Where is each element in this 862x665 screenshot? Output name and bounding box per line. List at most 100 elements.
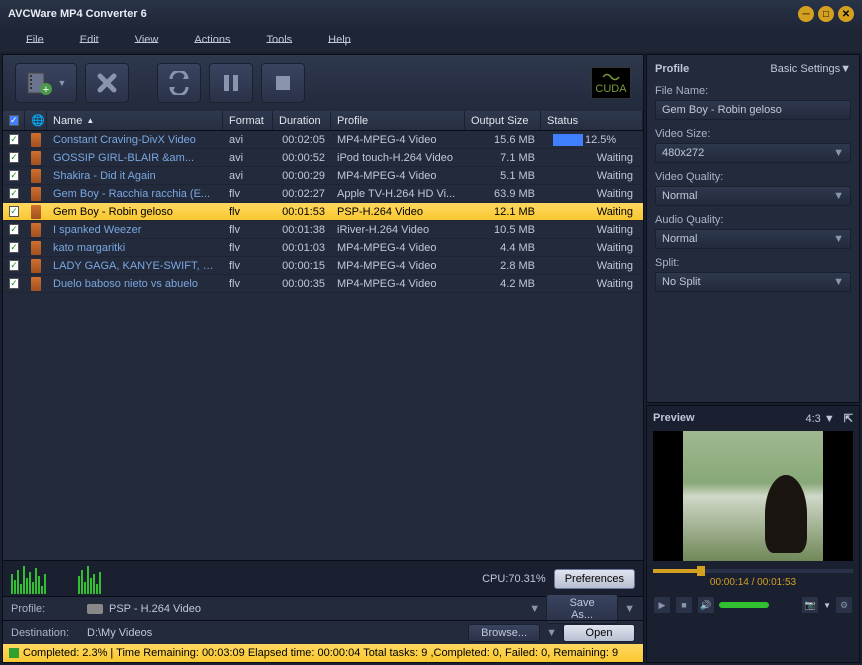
- header-profile[interactable]: Profile: [331, 111, 465, 130]
- file-output-size: 10.5 MB: [465, 224, 541, 236]
- menubar: File Edit View Actions Tools Help: [0, 28, 862, 52]
- row-checkbox[interactable]: ✓: [9, 170, 19, 181]
- close-button[interactable]: ✕: [838, 6, 854, 22]
- row-checkbox[interactable]: ✓: [9, 152, 19, 163]
- file-icon: [31, 151, 41, 165]
- table-row[interactable]: ✓kato margaritkiflv00:01:03MP4-MPEG-4 Vi…: [3, 239, 643, 257]
- menu-edit[interactable]: Edit: [62, 34, 117, 46]
- file-format: avi: [223, 170, 273, 182]
- row-checkbox[interactable]: ✓: [9, 278, 19, 289]
- header-duration[interactable]: Duration: [273, 111, 331, 130]
- basic-settings-toggle[interactable]: Basic Settings▼: [770, 63, 851, 75]
- file-output-size: 63.9 MB: [465, 188, 541, 200]
- cuda-label: CUDA: [595, 83, 626, 95]
- file-icon: [31, 133, 41, 147]
- chevron-down-icon: ▼: [833, 190, 844, 202]
- file-duration: 00:01:38: [273, 224, 331, 236]
- play-button[interactable]: ▶: [653, 596, 671, 614]
- header-name[interactable]: Name▲: [47, 111, 223, 130]
- volume-icon[interactable]: 🔊: [697, 596, 715, 614]
- menu-help[interactable]: Help: [310, 34, 369, 46]
- convert-button[interactable]: [157, 63, 201, 103]
- file-profile: MP4-MPEG-4 Video: [331, 278, 465, 290]
- row-checkbox[interactable]: ✓: [9, 242, 19, 253]
- volume-slider[interactable]: [719, 602, 769, 608]
- file-profile: Apple TV-H.264 HD Vi...: [331, 188, 465, 200]
- maximize-button[interactable]: □: [818, 6, 834, 22]
- file-duration: 00:00:35: [273, 278, 331, 290]
- row-checkbox[interactable]: ✓: [9, 134, 19, 145]
- file-icon: [31, 277, 41, 291]
- filename-input[interactable]: Gem Boy - Robin geloso: [655, 100, 851, 120]
- file-name: Constant Craving-DivX Video: [47, 134, 223, 146]
- menu-tools[interactable]: Tools: [248, 34, 310, 46]
- file-format: flv: [223, 242, 273, 254]
- profile-dropdown-arrow[interactable]: ▼: [529, 603, 540, 615]
- menu-view[interactable]: View: [117, 34, 177, 46]
- video-preview[interactable]: [653, 431, 853, 561]
- preferences-button[interactable]: Preferences: [554, 569, 635, 589]
- timeline-slider[interactable]: [653, 569, 853, 573]
- audioquality-label: Audio Quality:: [655, 214, 851, 226]
- aspect-ratio-dropdown[interactable]: 4:3 ▼: [805, 413, 834, 425]
- profile-value[interactable]: PSP - H.264 Video: [109, 603, 523, 615]
- split-dropdown[interactable]: No Split▼: [655, 272, 851, 292]
- file-duration: 00:02:27: [273, 188, 331, 200]
- header-check[interactable]: ✓: [3, 111, 25, 130]
- file-icon: [31, 187, 41, 201]
- file-list: ✓Constant Craving-DivX Videoavi00:02:05M…: [3, 131, 643, 560]
- file-output-size: 12.1 MB: [465, 206, 541, 218]
- app-title: AVCWare MP4 Converter 6: [8, 8, 798, 20]
- save-as-button[interactable]: Save As...: [546, 594, 618, 624]
- table-row[interactable]: ✓I spanked Weezerflv00:01:38iRiver-H.264…: [3, 221, 643, 239]
- row-checkbox[interactable]: ✓: [9, 224, 19, 235]
- minimize-button[interactable]: ─: [798, 6, 814, 22]
- row-checkbox[interactable]: ✓: [9, 188, 19, 199]
- list-header: ✓ 🌐 Name▲ Format Duration Profile Output…: [3, 111, 643, 131]
- file-duration: 00:01:53: [273, 206, 331, 218]
- pause-button[interactable]: [209, 63, 253, 103]
- snapshot-button[interactable]: 📷: [801, 596, 819, 614]
- videoquality-dropdown[interactable]: Normal▼: [655, 186, 851, 206]
- file-status: Waiting: [541, 188, 643, 200]
- table-row[interactable]: ✓Gem Boy - Robin gelosoflv00:01:53PSP-H.…: [3, 203, 643, 221]
- menu-actions[interactable]: Actions: [176, 34, 248, 46]
- stop-button[interactable]: [261, 63, 305, 103]
- open-button[interactable]: Open: [563, 624, 635, 642]
- file-name: Gem Boy - Racchia racchia (E...: [47, 188, 223, 200]
- saveas-arrow[interactable]: ▼: [624, 603, 635, 615]
- table-row[interactable]: ✓Gem Boy - Racchia racchia (E...flv00:02…: [3, 185, 643, 203]
- file-name: Gem Boy - Robin geloso: [47, 206, 223, 218]
- header-format[interactable]: Format: [223, 111, 273, 130]
- add-file-button[interactable]: + ▼: [15, 63, 77, 103]
- stop-preview-button[interactable]: ■: [675, 596, 693, 614]
- file-status: Waiting: [541, 260, 643, 272]
- delete-button[interactable]: [85, 63, 129, 103]
- file-profile: iPod touch-H.264 Video: [331, 152, 465, 164]
- audioquality-dropdown[interactable]: Normal▼: [655, 229, 851, 249]
- table-row[interactable]: ✓LADY GAGA, KANYE-SWIFT, B...flv00:00:15…: [3, 257, 643, 275]
- table-row[interactable]: ✓GOSSIP GIRL-BLAIR &am...avi00:00:52iPod…: [3, 149, 643, 167]
- table-row[interactable]: ✓Shakira - Did it Againavi00:00:29MP4-MP…: [3, 167, 643, 185]
- table-row[interactable]: ✓Duelo baboso nieto vs abueloflv00:00:35…: [3, 275, 643, 293]
- settings-icon[interactable]: ⚙: [835, 596, 853, 614]
- table-row[interactable]: ✓Constant Craving-DivX Videoavi00:02:05M…: [3, 131, 643, 149]
- row-checkbox[interactable]: ✓: [9, 206, 19, 217]
- profile-label: Profile:: [11, 603, 81, 615]
- menu-file[interactable]: File: [8, 34, 62, 46]
- header-icon: 🌐: [25, 111, 47, 130]
- cuda-badge: CUDA: [591, 67, 631, 99]
- browse-button[interactable]: Browse...: [468, 624, 540, 642]
- file-status: Waiting: [541, 206, 643, 218]
- browse-arrow[interactable]: ▼: [546, 627, 557, 639]
- file-profile: MP4-MPEG-4 Video: [331, 260, 465, 272]
- file-output-size: 4.2 MB: [465, 278, 541, 290]
- chevron-down-icon: ▼: [833, 147, 844, 159]
- popout-icon[interactable]: ⇱: [844, 413, 853, 425]
- header-status[interactable]: Status: [541, 111, 643, 130]
- destination-value[interactable]: D:\My Videos: [87, 627, 462, 639]
- videosize-dropdown[interactable]: 480x272▼: [655, 143, 851, 163]
- header-output[interactable]: Output Size: [465, 111, 541, 130]
- row-checkbox[interactable]: ✓: [9, 260, 19, 271]
- snapshot-arrow[interactable]: ▼: [823, 601, 831, 610]
